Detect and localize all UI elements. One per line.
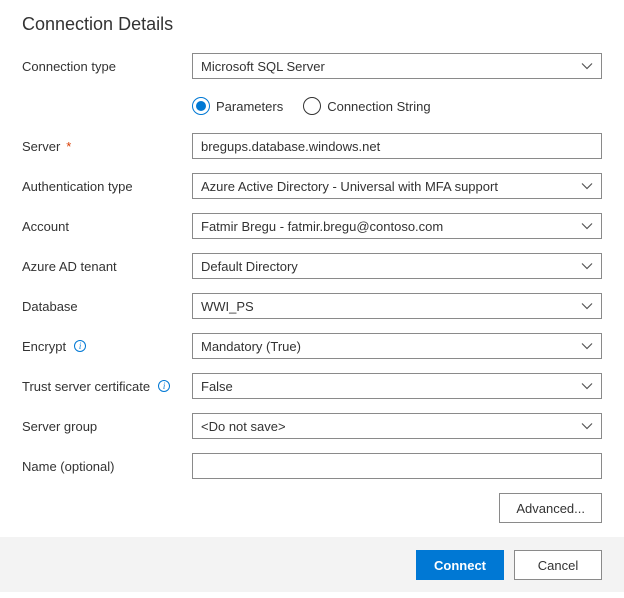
label-auth-type: Authentication type	[22, 179, 192, 194]
label-name: Name (optional)	[22, 459, 192, 474]
server-input-wrap[interactable]	[192, 133, 602, 159]
trust-select[interactable]: False	[192, 373, 602, 399]
tenant-value: Default Directory	[201, 259, 575, 274]
row-server-group: Server group <Do not save>	[22, 413, 602, 439]
label-encrypt: Encrypt	[22, 339, 66, 354]
chevron-down-icon	[581, 300, 593, 312]
account-value: Fatmir Bregu - fatmir.bregu@contoso.com	[201, 219, 575, 234]
chevron-down-icon	[581, 220, 593, 232]
row-account: Account Fatmir Bregu - fatmir.bregu@cont…	[22, 213, 602, 239]
radio-parameters-label: Parameters	[216, 99, 283, 114]
row-database: Database WWI_PS	[22, 293, 602, 319]
auth-type-value: Azure Active Directory - Universal with …	[201, 179, 575, 194]
server-input[interactable]	[201, 139, 593, 154]
required-indicator: *	[66, 139, 71, 154]
label-account: Account	[22, 219, 192, 234]
info-icon[interactable]: i	[74, 340, 86, 352]
chevron-down-icon	[581, 380, 593, 392]
label-server: Server	[22, 139, 60, 154]
connection-type-select[interactable]: Microsoft SQL Server	[192, 53, 602, 79]
name-input[interactable]	[201, 459, 593, 474]
name-input-wrap[interactable]	[192, 453, 602, 479]
database-value: WWI_PS	[201, 299, 575, 314]
encrypt-select[interactable]: Mandatory (True)	[192, 333, 602, 359]
row-trust: Trust server certificate i False	[22, 373, 602, 399]
label-tenant: Azure AD tenant	[22, 259, 192, 274]
account-select[interactable]: Fatmir Bregu - fatmir.bregu@contoso.com	[192, 213, 602, 239]
chevron-down-icon	[581, 180, 593, 192]
label-trust: Trust server certificate	[22, 379, 150, 394]
dialog-footer: Connect Cancel	[0, 537, 624, 592]
server-group-value: <Do not save>	[201, 419, 575, 434]
database-select[interactable]: WWI_PS	[192, 293, 602, 319]
info-icon[interactable]: i	[158, 380, 170, 392]
row-tenant: Azure AD tenant Default Directory	[22, 253, 602, 279]
row-name: Name (optional)	[22, 453, 602, 479]
row-encrypt: Encrypt i Mandatory (True)	[22, 333, 602, 359]
radio-connection-string[interactable]: Connection String	[303, 97, 430, 115]
advanced-button[interactable]: Advanced...	[499, 493, 602, 523]
radio-connection-string-label: Connection String	[327, 99, 430, 114]
row-server: Server *	[22, 133, 602, 159]
encrypt-value: Mandatory (True)	[201, 339, 575, 354]
connection-type-value: Microsoft SQL Server	[201, 59, 575, 74]
label-database: Database	[22, 299, 192, 314]
chevron-down-icon	[581, 60, 593, 72]
dialog-title: Connection Details	[22, 14, 602, 35]
row-input-mode: Parameters Connection String	[22, 93, 602, 119]
row-advanced: Advanced...	[22, 493, 602, 523]
row-connection-type: Connection type Microsoft SQL Server	[22, 53, 602, 79]
chevron-down-icon	[581, 340, 593, 352]
trust-value: False	[201, 379, 575, 394]
chevron-down-icon	[581, 260, 593, 272]
radio-icon	[303, 97, 321, 115]
label-server-group: Server group	[22, 419, 192, 434]
radio-icon	[192, 97, 210, 115]
radio-parameters[interactable]: Parameters	[192, 97, 283, 115]
chevron-down-icon	[581, 420, 593, 432]
cancel-button[interactable]: Cancel	[514, 550, 602, 580]
label-connection-type: Connection type	[22, 59, 192, 74]
auth-type-select[interactable]: Azure Active Directory - Universal with …	[192, 173, 602, 199]
connection-details-dialog: Connection Details Connection type Micro…	[0, 0, 624, 523]
tenant-select[interactable]: Default Directory	[192, 253, 602, 279]
server-group-select[interactable]: <Do not save>	[192, 413, 602, 439]
connect-button[interactable]: Connect	[416, 550, 504, 580]
row-auth-type: Authentication type Azure Active Directo…	[22, 173, 602, 199]
